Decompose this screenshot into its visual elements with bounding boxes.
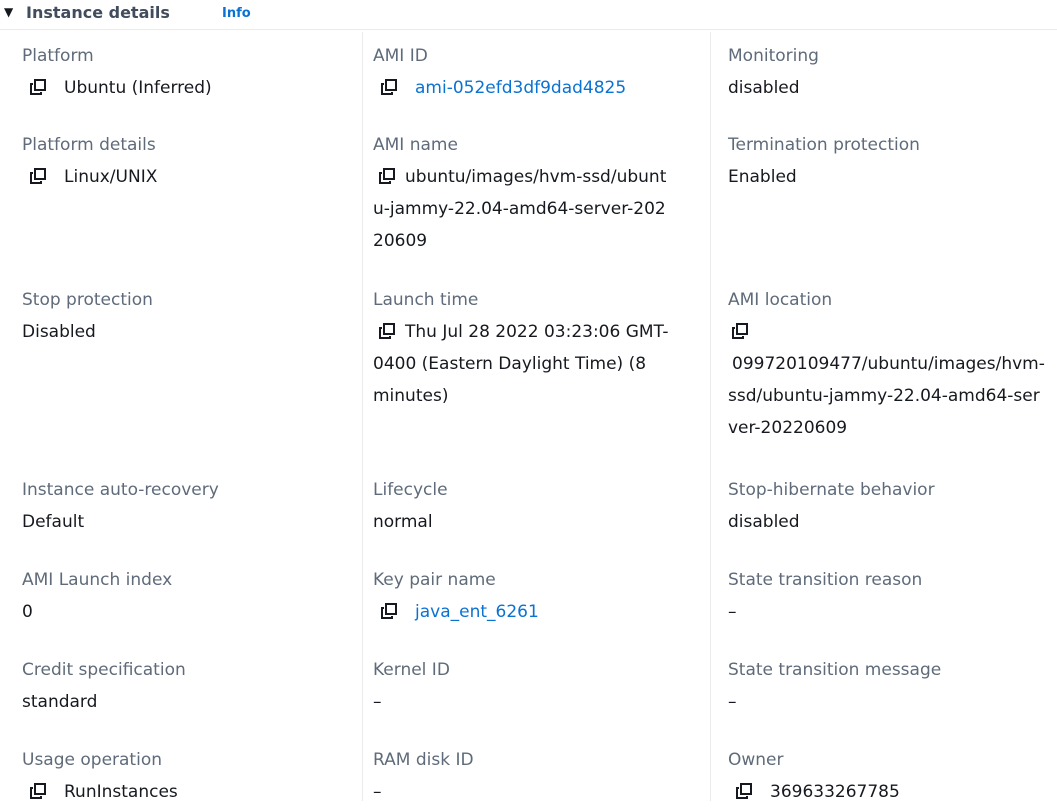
field-label: AMI location [728, 290, 833, 310]
field-value-wrap: ubuntu/images/hvm-ssd/ubuntu-jammy-22.04… [373, 161, 673, 257]
copy-icon[interactable] [28, 72, 50, 104]
field-label: Platform details [22, 135, 156, 155]
field-termination-protection: Termination protection Enabled [728, 129, 1057, 193]
field-label: AMI name [373, 135, 458, 155]
copy-icon[interactable] [379, 596, 401, 628]
field-value: disabled [728, 512, 800, 532]
copy-icon[interactable] [373, 161, 395, 193]
field-label: AMI ID [373, 46, 428, 66]
field-value: 099720109477/ubuntu/images/hvm-ssd/ubunt… [728, 354, 1045, 438]
field-label: AMI Launch index [22, 570, 173, 590]
field-ami-id: AMI ID ami-052efd3df9dad4825 [373, 40, 713, 104]
field-value: RunInstances [64, 782, 178, 802]
field-key-pair-name: Key pair name java_ent_6261 [373, 564, 713, 628]
field-ami-launch-index: AMI Launch index 0 [22, 564, 362, 628]
field-value: Thu Jul 28 2022 03:23:06 GMT-0400 (Easte… [373, 322, 669, 406]
field-state-transition-reason: State transition reason – [728, 564, 1057, 628]
column-divider [362, 32, 363, 801]
info-link[interactable]: Info [222, 6, 251, 21]
field-label: Termination protection [728, 135, 920, 155]
field-state-transition-message: State transition message – [728, 654, 1057, 718]
field-value: Linux/UNIX [64, 167, 158, 187]
field-instance-auto-recovery: Instance auto-recovery Default [22, 474, 362, 538]
field-value: 369633267785 [770, 782, 900, 802]
field-label: Stop-hibernate behavior [728, 480, 935, 500]
field-usage-operation: Usage operation RunInstances [22, 744, 362, 808]
field-value: – [373, 782, 382, 802]
field-label: Stop protection [22, 290, 153, 310]
field-ami-name: AMI name ubuntu/images/hvm-ssd/ubuntu-ja… [373, 129, 673, 257]
field-label: State transition reason [728, 570, 923, 590]
field-label: Usage operation [22, 750, 162, 770]
field-stop-protection: Stop protection Disabled [22, 284, 362, 348]
field-kernel-id: Kernel ID – [373, 654, 713, 718]
copy-icon[interactable] [373, 316, 395, 348]
field-label: Monitoring [728, 46, 819, 66]
copy-icon[interactable] [379, 72, 401, 104]
field-value: – [373, 692, 382, 712]
caret-down-icon[interactable]: ▼ [4, 5, 13, 19]
field-value: Default [22, 512, 85, 532]
field-ami-location: AMI location 099720109477/ubuntu/images/… [728, 284, 1048, 444]
field-credit-specification: Credit specification standard [22, 654, 362, 718]
field-value: ubuntu/images/hvm-ssd/ubuntu-jammy-22.04… [373, 167, 667, 251]
field-value: disabled [728, 78, 800, 98]
copy-icon[interactable] [28, 776, 50, 808]
field-label: State transition message [728, 660, 942, 680]
copy-icon[interactable] [728, 316, 750, 348]
field-value: standard [22, 692, 98, 712]
field-label: Credit specification [22, 660, 186, 680]
field-label: Platform [22, 46, 94, 66]
field-owner: Owner 369633267785 [728, 744, 1057, 808]
key-pair-link[interactable]: java_ent_6261 [415, 596, 539, 628]
field-value: – [728, 602, 737, 622]
ami-id-link[interactable]: ami-052efd3df9dad4825 [415, 72, 626, 104]
copy-icon[interactable] [28, 161, 50, 193]
field-label: Launch time [373, 290, 479, 310]
field-label: Owner [728, 750, 784, 770]
field-value: 0 [22, 602, 33, 622]
field-label: RAM disk ID [373, 750, 474, 770]
field-lifecycle: Lifecycle normal [373, 474, 713, 538]
field-value: Ubuntu (Inferred) [64, 78, 212, 98]
field-value-wrap: Thu Jul 28 2022 03:23:06 GMT-0400 (Easte… [373, 316, 673, 412]
field-monitoring: Monitoring disabled [728, 40, 1057, 104]
field-stop-hibernate-behavior: Stop-hibernate behavior disabled [728, 474, 1057, 538]
field-launch-time: Launch time Thu Jul 28 2022 03:23:06 GMT… [373, 284, 673, 412]
field-value: Enabled [728, 167, 797, 187]
section-title[interactable]: Instance details [26, 3, 170, 22]
field-value: – [728, 692, 737, 712]
field-platform-details: Platform details Linux/UNIX [22, 129, 362, 193]
field-label: Instance auto-recovery [22, 480, 219, 500]
field-value: Disabled [22, 322, 96, 342]
field-label: Lifecycle [373, 480, 448, 500]
field-label: Key pair name [373, 570, 496, 590]
field-value: normal [373, 512, 433, 532]
section-header[interactable]: ▼ Instance details Info [0, 0, 1057, 30]
field-ram-disk-id: RAM disk ID – [373, 744, 713, 808]
copy-icon[interactable] [734, 776, 756, 808]
field-label: Kernel ID [373, 660, 450, 680]
field-platform: Platform Ubuntu (Inferred) [22, 40, 362, 104]
